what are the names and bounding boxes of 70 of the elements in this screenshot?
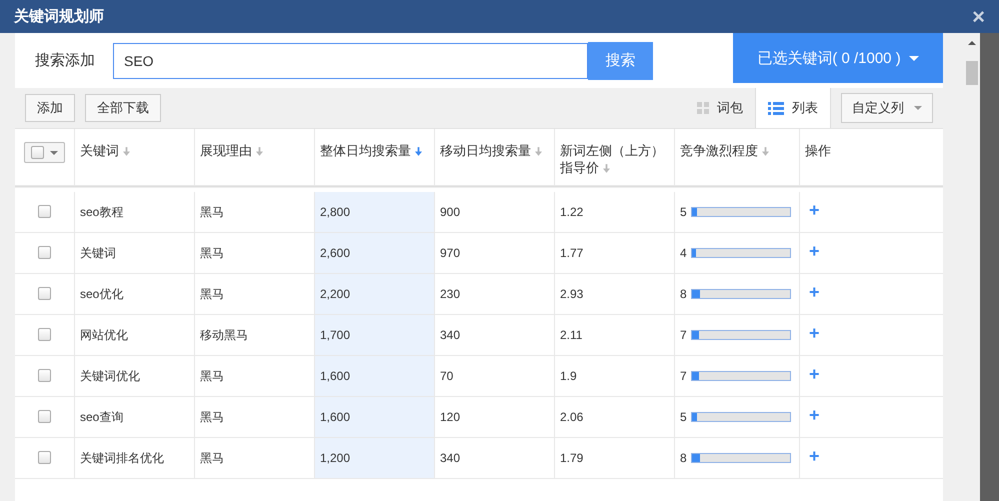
toolbar-button[interactable]: 添加 — [25, 94, 75, 122]
sort-arrow-icon[interactable] — [415, 147, 422, 156]
table-cell: seo优化 — [75, 274, 195, 315]
table-cell: seo查询 — [75, 397, 195, 438]
table-cell: 8 — [680, 287, 687, 301]
table-cell: 120 — [435, 397, 555, 438]
table-cell: 2,200 — [315, 274, 435, 315]
table-cell: 2.06 — [555, 397, 675, 438]
row-checkbox[interactable] — [38, 287, 51, 300]
table-cell: 340 — [435, 438, 555, 479]
table-cell: 8 — [680, 451, 687, 465]
sort-arrow-icon[interactable] — [762, 147, 769, 156]
table-cell: 7 — [680, 328, 687, 342]
column-header[interactable]: 竞争激烈程度 — [680, 142, 769, 159]
table-cell: 340 — [435, 315, 555, 356]
table-cell: 关键词排名优化 — [75, 438, 195, 479]
table-cell: 2,600 — [315, 233, 435, 274]
table-cell: 1,200 — [315, 438, 435, 479]
window-title: 关键词规划师 — [14, 7, 105, 26]
view-tab[interactable]: 词包 — [685, 88, 755, 128]
column-header[interactable]: 移动日均搜索量 — [440, 142, 542, 159]
checkbox[interactable] — [31, 146, 44, 159]
table-cell: 1.79 — [555, 438, 675, 479]
sort-arrow-icon[interactable] — [535, 147, 542, 156]
select-all-dropdown[interactable] — [24, 142, 65, 163]
column-header[interactable]: 关键词 — [80, 142, 130, 159]
table-cell: 5 — [680, 410, 687, 424]
close-button[interactable]: × — [970, 6, 987, 28]
table-cell: 7 — [680, 369, 687, 383]
table-cell: 1.9 — [555, 356, 675, 397]
table-cell: 2,800 — [315, 192, 435, 233]
table-cell: 2.93 — [555, 274, 675, 315]
sort-arrow-icon[interactable] — [123, 147, 130, 156]
table-cell: 70 — [435, 356, 555, 397]
view-tab[interactable]: 列表 — [755, 88, 831, 128]
table-cell: 970 — [435, 233, 555, 274]
table-cell: 2.11 — [555, 315, 675, 356]
table-cell: 900 — [435, 192, 555, 233]
row-checkbox[interactable] — [38, 410, 51, 423]
row-checkbox[interactable] — [38, 246, 51, 259]
search-label: 搜索添加 — [35, 51, 96, 70]
table-cell: 1,600 — [315, 397, 435, 438]
table-cell: 1.22 — [555, 192, 675, 233]
table-cell: 关键词 — [75, 233, 195, 274]
row-checkbox[interactable] — [38, 328, 51, 341]
row-checkbox[interactable] — [38, 205, 51, 218]
row-checkbox[interactable] — [38, 369, 51, 382]
caret-icon — [914, 106, 922, 110]
search-field[interactable]: SEO — [113, 42, 588, 78]
table-cell: 1.77 — [555, 233, 675, 274]
column-header[interactable]: 新词左侧（上方）指导价 — [560, 142, 665, 176]
table-cell: 4 — [680, 246, 687, 260]
table-cell: seo教程 — [75, 192, 195, 233]
table-cell: 网站优化 — [75, 315, 195, 356]
table-cell: 1,600 — [315, 356, 435, 397]
caret-icon — [908, 56, 919, 60]
table-cell: 230 — [435, 274, 555, 315]
table-cell: 5 — [680, 205, 687, 219]
column-header[interactable]: 展现理由 — [200, 142, 263, 159]
sort-arrow-icon[interactable] — [256, 147, 263, 156]
custom-columns-dropdown[interactable]: 自定义列 — [841, 93, 933, 123]
toolbar-button[interactable]: 全部下载 — [85, 94, 161, 122]
list-icon — [768, 102, 784, 114]
column-header[interactable]: 操作 — [805, 142, 831, 159]
grid-icon — [697, 102, 709, 114]
table-cell: 1,700 — [315, 315, 435, 356]
table-cell: 关键词优化 — [75, 356, 195, 397]
row-checkbox[interactable] — [38, 451, 51, 464]
column-header[interactable]: 整体日均搜索量 — [320, 142, 422, 159]
sort-arrow-icon[interactable] — [603, 164, 610, 173]
